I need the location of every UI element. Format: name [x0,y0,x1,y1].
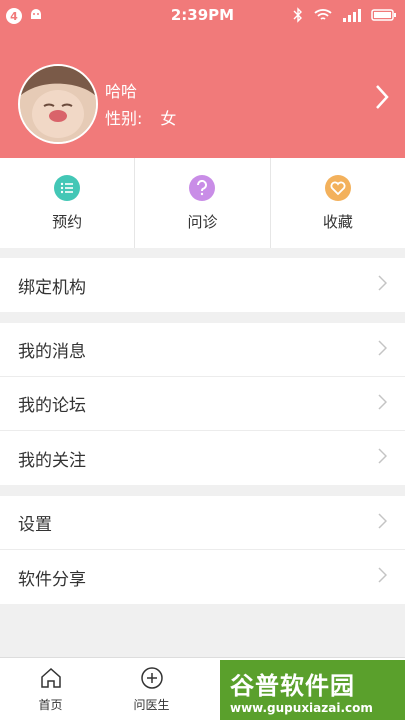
menu-share-label: 软件分享 [18,569,86,590]
menu-my-messages[interactable]: 我的消息 [0,323,405,377]
menu-settings[interactable]: 设置 [0,496,405,550]
quick-appointment-label: 预约 [52,212,83,231]
watermark: 谷普软件园 www.gupuxiazai.com [220,660,405,720]
menu-group-personal: 我的消息 我的论坛 我的关注 [0,323,405,485]
menu-bind-label: 绑定机构 [18,277,86,298]
tab-ask-doctor-label: 问医生 [133,698,170,712]
menu-share-app[interactable]: 软件分享 [0,550,405,604]
menu-settings-label: 设置 [18,515,52,535]
tab-ask-doctor[interactable]: 问医生 [101,658,202,721]
chevron-right-icon [378,339,388,360]
quick-consult[interactable]: 问诊 [135,158,271,248]
menu-bind-institution[interactable]: 绑定机构 [0,258,405,312]
gender-label: 性别: [105,109,143,128]
gender-row: 性别: 女 [105,105,176,129]
chevron-right-icon [378,448,388,468]
menu-group-system: 设置 软件分享 [0,496,405,604]
quick-favorites[interactable]: 收藏 [271,158,405,248]
menu-follow-label: 我的关注 [18,450,86,471]
tab-home-label: 首页 [38,698,63,712]
quick-favorites-label: 收藏 [322,212,353,231]
signal-icon [343,8,361,26]
list-icon [54,174,81,201]
heart-icon [324,174,351,201]
chevron-right-icon [378,275,388,295]
profile-header[interactable]: 哈哈 性别: 女 [0,30,405,158]
menu-messages-label: 我的消息 [18,342,86,362]
user-name: 哈哈 [105,82,138,101]
watermark-url: www.gupuxiazai.com [230,700,373,715]
chevron-right-icon[interactable] [375,84,389,114]
battery-icon [371,8,397,26]
chevron-right-icon [378,567,388,587]
home-icon [39,666,63,693]
gender-value: 女 [160,109,177,128]
plus-circle-icon [140,666,164,693]
menu-forum-label: 我的论坛 [18,396,86,416]
chevron-right-icon [378,393,388,414]
wifi-icon [313,8,333,26]
menu-my-follow[interactable]: 我的关注 [0,431,405,485]
quick-actions: 预约 问诊 收藏 [0,158,405,248]
quick-consult-label: 问诊 [187,212,218,231]
avatar[interactable] [18,64,98,144]
chevron-right-icon [378,512,388,533]
quick-appointment[interactable]: 预约 [0,158,136,248]
menu-my-forum[interactable]: 我的论坛 [0,377,405,431]
question-icon [189,174,216,201]
watermark-title: 谷普软件园 [230,671,355,700]
menu-group-bind: 绑定机构 [0,258,405,312]
bluetooth-icon [293,7,303,27]
tab-home[interactable]: 首页 [0,658,101,721]
status-bar: 4 2:39PM [0,0,405,30]
status-right [293,7,397,27]
